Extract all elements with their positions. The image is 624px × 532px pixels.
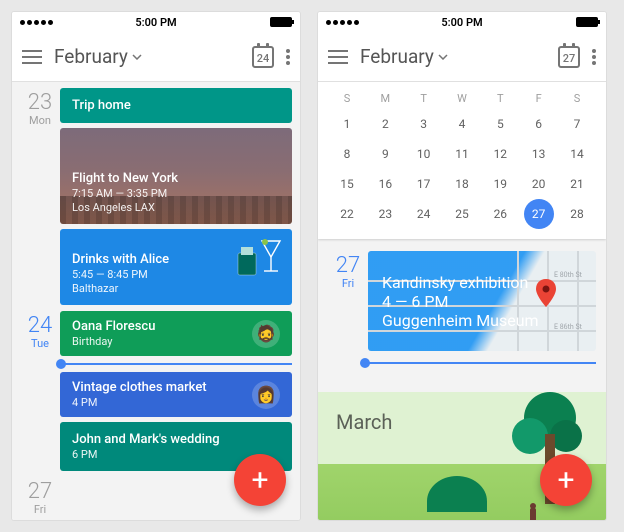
day-cell[interactable]: 15	[332, 169, 362, 199]
event-card[interactable]: Trip home	[60, 88, 292, 123]
day-cell[interactable]: 16	[370, 169, 400, 199]
day-cell[interactable]: 10	[409, 139, 439, 169]
event-location: Guggenheim Museum	[382, 311, 582, 330]
status-bar: 5:00 PM	[318, 12, 606, 32]
day-cell[interactable]: 18	[447, 169, 477, 199]
event-location: Balthazar	[72, 282, 280, 295]
month-selector[interactable]: February	[54, 45, 142, 68]
create-event-button[interactable]: +	[540, 454, 592, 506]
week-row: 22 23 24 25 26 27 28	[332, 199, 592, 229]
battery-icon	[576, 17, 598, 27]
day-cell[interactable]: 24	[409, 199, 439, 229]
day-cell[interactable]: 3	[409, 109, 439, 139]
status-time: 5:00 PM	[135, 16, 176, 29]
event-location: Los Angeles LAX	[72, 201, 280, 214]
event-time: 4 — 6 PM	[382, 292, 582, 311]
event-card-map[interactable]: E 80th St E 86th St Kandinsky exhibition…	[368, 251, 596, 351]
day-cell[interactable]: 21	[562, 169, 592, 199]
month-label: February	[54, 45, 128, 68]
day-cell[interactable]: 23	[370, 199, 400, 229]
day-row: 27 Fri E 80th St E 86th St	[328, 251, 596, 362]
day-cell[interactable]: 8	[332, 139, 362, 169]
app-bar: February 27	[318, 32, 606, 82]
day-cell[interactable]: 2	[370, 109, 400, 139]
event-card[interactable]: Flight to New York 7:15 AM — 3:35 PM Los…	[60, 128, 292, 224]
week-row: 15 16 17 18 19 20 21	[332, 169, 592, 199]
day-label: 27 Fri	[20, 477, 60, 516]
day-cell[interactable]: 26	[485, 199, 515, 229]
day-cell[interactable]: 25	[447, 199, 477, 229]
signal-dots-icon	[326, 20, 359, 25]
day-cell[interactable]: 7	[562, 109, 592, 139]
avatar: 🧔	[252, 320, 280, 348]
event-card[interactable]: Oana Florescu Birthday 🧔	[60, 311, 292, 356]
day-cell[interactable]: 11	[447, 139, 477, 169]
day-label: 27 Fri	[328, 251, 368, 362]
month-label: February	[360, 45, 434, 68]
menu-icon[interactable]	[22, 50, 42, 64]
event-title: Oana Florescu	[72, 319, 155, 334]
overflow-menu-icon[interactable]	[286, 49, 290, 65]
day-row: 24 Tue Oana Florescu Birthday 🧔 Vi	[20, 311, 292, 471]
person-decoration	[530, 508, 536, 520]
event-card[interactable]: Vintage clothes market 4 PM 👩	[60, 372, 292, 417]
event-time: 5:45 — 8:45 PM	[72, 268, 280, 281]
month-content[interactable]: S M T W T F S 1 2 3 4 5 6 7 8 9 10 1	[318, 82, 606, 520]
hill-decoration	[427, 476, 487, 512]
event-time: 4 PM	[72, 396, 207, 409]
day-cell[interactable]: 5	[485, 109, 515, 139]
event-card[interactable]: Drinks with Alice 5:45 — 8:45 PM Balthaz…	[60, 229, 292, 305]
day-label: 24 Tue	[20, 311, 60, 471]
day-cell[interactable]: 4	[447, 109, 477, 139]
day-cell[interactable]: 19	[485, 169, 515, 199]
day-label: 23 Mon	[20, 88, 60, 305]
phone-right: 5:00 PM February 27 S M T W T F S	[318, 12, 606, 520]
event-subtitle: Birthday	[72, 335, 155, 348]
avatar: 👩	[252, 381, 280, 409]
day-cell[interactable]: 12	[485, 139, 515, 169]
week-row: 1 2 3 4 5 6 7	[332, 109, 592, 139]
next-month-label: March	[336, 410, 392, 434]
day-cell[interactable]: 20	[524, 169, 554, 199]
app-bar: February 24	[12, 32, 300, 82]
chevron-down-icon	[438, 54, 448, 60]
day-cell[interactable]: 22	[332, 199, 362, 229]
day-cell[interactable]: 17	[409, 169, 439, 199]
today-button[interactable]: 27	[558, 46, 580, 68]
event-title: Flight to New York	[72, 171, 280, 186]
week-row: 8 9 10 11 12 13 14	[332, 139, 592, 169]
create-event-button[interactable]: +	[234, 454, 286, 506]
month-selector[interactable]: February	[360, 45, 448, 68]
battery-icon	[270, 17, 292, 27]
chevron-down-icon	[132, 54, 142, 60]
day-cell[interactable]: 1	[332, 109, 362, 139]
status-time: 5:00 PM	[441, 16, 482, 29]
event-title: Trip home	[72, 98, 280, 113]
today-button[interactable]: 24	[252, 46, 274, 68]
status-bar: 5:00 PM	[12, 12, 300, 32]
day-cell-selected[interactable]: 27	[524, 199, 554, 229]
overflow-menu-icon[interactable]	[592, 49, 596, 65]
event-time: 7:15 AM — 3:35 PM	[72, 187, 280, 200]
day-row: 23 Mon Trip home Flight to New York 7:15…	[20, 88, 292, 305]
month-grid: S M T W T F S 1 2 3 4 5 6 7 8 9 10 1	[318, 82, 606, 239]
phone-left: 5:00 PM February 24 23 Mon T	[12, 12, 300, 520]
signal-dots-icon	[20, 20, 53, 25]
day-cell[interactable]: 14	[562, 139, 592, 169]
menu-icon[interactable]	[328, 50, 348, 64]
day-cell[interactable]: 9	[370, 139, 400, 169]
agenda-content[interactable]: 23 Mon Trip home Flight to New York 7:15…	[12, 82, 300, 520]
event-title: John and Mark's wedding	[72, 432, 280, 447]
day-cell[interactable]: 6	[524, 109, 554, 139]
day-cell[interactable]: 13	[524, 139, 554, 169]
event-title: Kandinsky exhibition	[382, 273, 582, 292]
day-cell[interactable]: 28	[562, 199, 592, 229]
dow-row: S M T W T F S	[332, 88, 592, 109]
event-title: Vintage clothes market	[72, 380, 207, 395]
